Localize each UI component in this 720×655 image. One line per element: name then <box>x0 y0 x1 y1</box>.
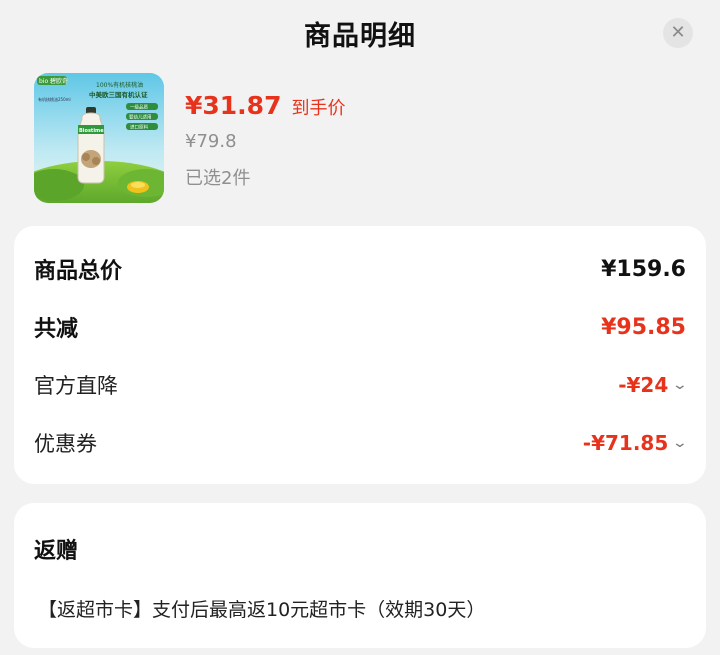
coupon-row[interactable]: 优惠券 -¥71.85 ⌄ <box>34 424 689 462</box>
rebate-title: 返赠 <box>34 539 79 564</box>
official-discount-label: 官方直降 <box>34 374 118 398</box>
coupon-label: 优惠券 <box>34 432 97 456</box>
headline1-text: 100%有机核桃油 <box>96 81 143 89</box>
rebate-text: 【返超市卡】支付后最高返10元超市卡（效期30天） <box>38 599 486 621</box>
coupon-value-group[interactable]: -¥71.85 ⌄ <box>582 431 689 455</box>
badge2-text: 婴幼儿适用 <box>129 114 152 121</box>
final-price-tag: 到手价 <box>291 98 346 119</box>
total-value: ¥159.6 <box>601 256 686 282</box>
price-breakdown-card: 商品总价 ¥159.6 共减 ¥95.85 官方直降 -¥24 ⌄ 优惠券 -¥… <box>14 226 706 484</box>
official-discount-row[interactable]: 官方直降 -¥24 ⌄ <box>34 366 688 404</box>
badge1-text: 一级品质 <box>130 104 148 111</box>
price-line: ¥31.87 到手价 <box>185 91 345 120</box>
rebate-card: 返赠 【返超市卡】支付后最高返10元超市卡（效期30天） <box>14 503 706 648</box>
headline2-text: 中美欧三国有机认证 <box>89 90 148 99</box>
selected-count: 已选2件 <box>185 168 251 189</box>
badge3-text: 进口原料 <box>130 124 148 131</box>
header: 商品明细 ✕ <box>0 0 720 66</box>
close-icon[interactable]: ✕ <box>663 18 693 48</box>
product-image[interactable]: bio 碧欧奇 100%有机核桃油 中美欧三国有机认证 有机核桃油250ml 一… <box>34 73 164 203</box>
chevron-down-icon[interactable]: ⌄ <box>672 435 688 451</box>
discount-value: ¥95.85 <box>601 314 686 340</box>
size-text: 有机核桃油250ml <box>38 96 71 102</box>
final-price: ¥31.87 <box>185 91 282 120</box>
original-price: ¥79.8 <box>185 131 237 152</box>
chevron-down-icon[interactable]: ⌄ <box>672 377 688 393</box>
brand-text: bio 碧欧奇 <box>39 77 68 85</box>
total-label: 商品总价 <box>34 259 123 284</box>
bottle-label-text: Biostime <box>79 128 104 134</box>
coupon-value: -¥71.85 <box>582 431 669 455</box>
discount-row: 共减 ¥95.85 <box>34 308 686 346</box>
total-row: 商品总价 ¥159.6 <box>34 250 686 288</box>
official-discount-value: -¥24 <box>618 373 669 397</box>
discount-label: 共减 <box>34 317 79 342</box>
page-title: 商品明细 <box>304 20 416 52</box>
product-summary: bio 碧欧奇 100%有机核桃油 中美欧三国有机认证 有机核桃油250ml 一… <box>34 73 694 208</box>
official-discount-value-group[interactable]: -¥24 ⌄ <box>618 373 688 397</box>
